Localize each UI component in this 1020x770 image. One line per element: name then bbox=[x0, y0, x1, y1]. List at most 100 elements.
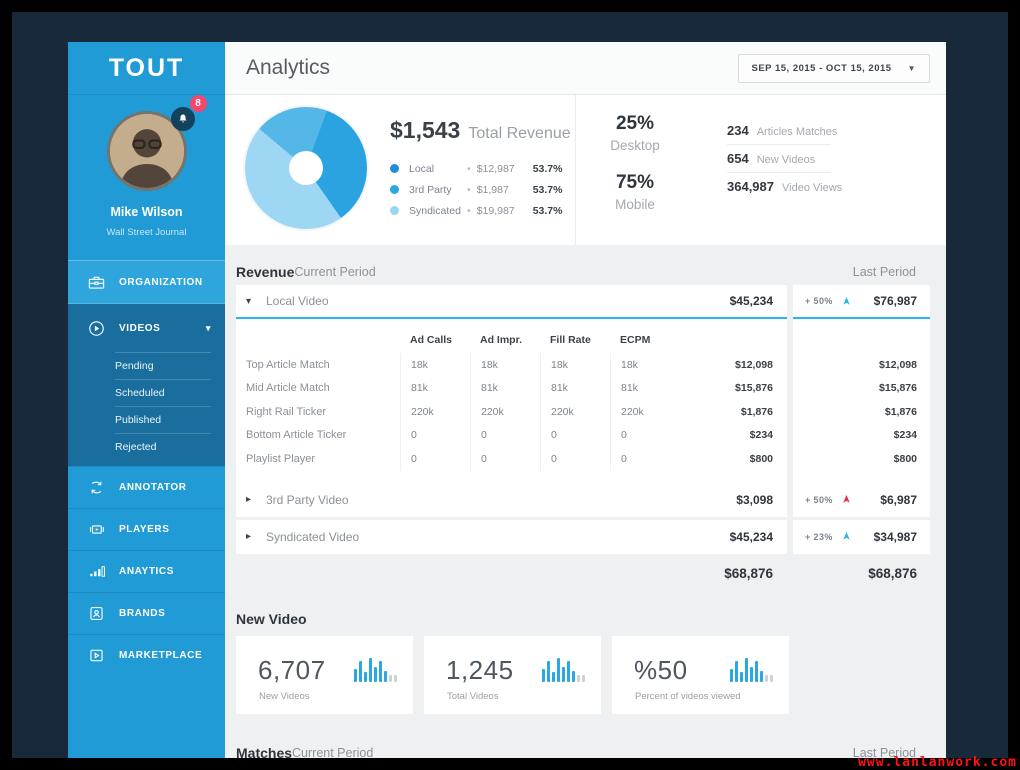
legend-dot bbox=[390, 185, 399, 194]
sidebar-subitem-rejected[interactable]: Rejected bbox=[115, 433, 211, 460]
id-badge-icon bbox=[86, 604, 106, 624]
revenue-detail-expanded: Ad Calls Ad Impr. Fill Rate ECPM Top Art… bbox=[236, 319, 930, 483]
play-circle-icon bbox=[86, 318, 106, 338]
last-amount: $34,987 bbox=[873, 529, 917, 544]
total-current-period: $68,876 bbox=[724, 566, 773, 581]
tout-logo: TOUT bbox=[108, 53, 185, 82]
bar-chart-icon bbox=[86, 562, 106, 582]
mini-bar-chart-icon bbox=[730, 654, 773, 682]
sidebar-item-label: PLAYERS bbox=[119, 524, 170, 535]
chevron-right-icon[interactable]: ▸ bbox=[246, 531, 266, 542]
summary-divider bbox=[575, 95, 576, 245]
sidebar-item-brands[interactable]: BRANDS bbox=[68, 592, 225, 634]
play-square-icon bbox=[86, 646, 106, 666]
sidebar-subitem-published[interactable]: Published bbox=[115, 406, 211, 433]
total-revenue-label: Total Revenue bbox=[468, 125, 571, 142]
sidebar-subitem-pending[interactable]: Pending bbox=[115, 352, 211, 379]
sidebar-subitem-scheduled[interactable]: Scheduled bbox=[115, 379, 211, 406]
video-player-icon bbox=[86, 520, 106, 540]
revenue-row-toggle[interactable]: ▸ 3rd Party Video $3,098 bbox=[236, 482, 787, 517]
profile-organization: Wall Street Journal bbox=[106, 227, 187, 238]
change-percent: + 50% bbox=[805, 494, 833, 505]
detail-row-bottom-article-ticker: Bottom Article Ticker 0 0 0 0 $234 bbox=[246, 423, 773, 447]
detail-row-playlist-player: Playlist Player 0 0 0 0 $800 bbox=[246, 447, 773, 471]
total-last-period: $68,876 bbox=[868, 566, 917, 581]
last-amount: $76,987 bbox=[873, 294, 917, 308]
app-window: TOUT 8 Mike Wilson Wall Street Journal O… bbox=[68, 42, 946, 758]
legend-dot bbox=[390, 206, 399, 215]
stat-video-views: 364,987 Video Views bbox=[727, 179, 843, 194]
topbar: Analytics SEP 15, 2015 - OCT 15, 2015 ▼ bbox=[225, 42, 946, 95]
user-profile: 8 Mike Wilson Wall Street Journal bbox=[68, 95, 225, 260]
sidebar-item-players[interactable]: PLAYERS bbox=[68, 508, 225, 550]
current-period-label: Current Period bbox=[292, 745, 374, 759]
sidebar-item-label: ANNOTATOR bbox=[119, 482, 187, 493]
revenue-row-local-video: ▾ Local Video $45,234 + 50% $76,987 bbox=[236, 285, 930, 319]
sidebar-item-annotator[interactable]: ANNOTATOR bbox=[68, 466, 225, 508]
detail-table: Ad Calls Ad Impr. Fill Rate ECPM Top Art… bbox=[236, 319, 787, 483]
last-amount: $6,987 bbox=[880, 492, 917, 507]
donut-legend: Local • $12,987 53.7% 3rd Party • $1,987… bbox=[390, 158, 571, 221]
sidebar-group-videos: VIDEOS ▾ Pending Scheduled Published Rej… bbox=[68, 304, 225, 466]
sidebar-item-label: MARKETPLACE bbox=[119, 650, 203, 661]
mini-bar-chart-icon bbox=[354, 654, 397, 682]
chevron-right-icon[interactable]: ▸ bbox=[246, 494, 266, 505]
scroll-content[interactable]: Revenue Current Period Last Period ▾ Loc… bbox=[225, 245, 946, 758]
new-video-title: New Video bbox=[236, 610, 307, 627]
revenue-row-toggle[interactable]: ▾ Local Video $45,234 bbox=[236, 285, 787, 319]
device-split: 25% Desktop 75% Mobile bbox=[597, 113, 673, 231]
current-amount: $3,098 bbox=[736, 492, 773, 507]
new-video-section-header: New Video bbox=[236, 604, 930, 634]
chevron-down-icon: ▾ bbox=[205, 322, 211, 333]
date-range-label: SEP 15, 2015 - OCT 15, 2015 bbox=[751, 62, 892, 74]
card-new-videos: 6,707 New Videos bbox=[236, 635, 413, 714]
stat-articles-matches: 234 Articles Matches bbox=[727, 123, 838, 138]
last-period-cell: + 23% $34,987 bbox=[793, 519, 930, 554]
revenue-donut-chart bbox=[245, 107, 367, 229]
mini-bar-chart-icon bbox=[542, 654, 585, 682]
legend-item-syndicated: Syndicated • $19,987 53.7% bbox=[390, 200, 571, 221]
briefcase-icon bbox=[86, 272, 106, 292]
revenue-row-toggle[interactable]: ▸ Syndicated Video $45,234 bbox=[236, 519, 787, 554]
sidebar: TOUT 8 Mike Wilson Wall Street Journal O… bbox=[68, 42, 225, 758]
videos-subnav: Pending Scheduled Published Rejected bbox=[68, 352, 225, 466]
profile-name: Mike Wilson bbox=[110, 205, 183, 219]
total-revenue-block: $1,543 Total Revenue Local • $12,987 53.… bbox=[390, 117, 571, 221]
matches-section-header: Matches Current Period Last Period bbox=[236, 740, 930, 759]
mobile-stat: 75% Mobile bbox=[615, 172, 655, 212]
legend-dot bbox=[390, 164, 399, 173]
trend-down-icon bbox=[842, 495, 851, 504]
total-revenue-value: $1,543 bbox=[390, 117, 461, 143]
page-title: Analytics bbox=[246, 56, 331, 79]
last-period-cell: + 50% $6,987 bbox=[793, 482, 930, 517]
revenue-totals-row: $68,876 $68,876 bbox=[236, 554, 930, 594]
revenue-title: Revenue bbox=[236, 264, 295, 280]
card-total-videos: 1,245 Total Videos bbox=[424, 635, 601, 714]
detail-row-right-rail-ticker: Right Rail Ticker 220k 220k 220k 220k $1… bbox=[246, 400, 773, 424]
detail-header-row: Ad Calls Ad Impr. Fill Rate ECPM bbox=[410, 334, 651, 346]
legend-item-3rd-party: 3rd Party • $1,987 53.7% bbox=[390, 179, 571, 200]
revenue-row-3rd-party-video: ▸ 3rd Party Video $3,098 + 50% $6,987 bbox=[236, 482, 930, 517]
current-amount: $45,234 bbox=[729, 529, 773, 544]
change-percent: + 23% bbox=[805, 531, 833, 542]
bell-icon bbox=[179, 114, 186, 123]
summary-strip: $1,543 Total Revenue Local • $12,987 53.… bbox=[225, 95, 946, 245]
notification-bell[interactable]: 8 bbox=[170, 95, 207, 131]
sidebar-item-marketplace[interactable]: MARKETPLACE bbox=[68, 634, 225, 676]
sidebar-item-anaytics[interactable]: ANAYTICS bbox=[68, 550, 225, 592]
desktop-stat: 25% Desktop bbox=[610, 113, 660, 153]
date-range-button[interactable]: SEP 15, 2015 - OCT 15, 2015 ▼ bbox=[737, 53, 930, 83]
chevron-down-icon: ▼ bbox=[907, 63, 916, 73]
sidebar-item-videos[interactable]: VIDEOS ▾ bbox=[68, 304, 225, 352]
new-video-cards: 6,707 New Videos 1,245 Total Videos %50 … bbox=[236, 635, 930, 714]
revenue-row-syndicated-video: ▸ Syndicated Video $45,234 + 23% $34,987 bbox=[236, 519, 930, 554]
notification-badge: 8 bbox=[189, 95, 207, 112]
card-percent-viewed: %50 Percent of videos viewed bbox=[612, 635, 789, 714]
sidebar-item-label: VIDEOS bbox=[119, 322, 161, 334]
last-period-label: Last Period bbox=[852, 265, 916, 279]
logo-bar: TOUT bbox=[68, 42, 225, 95]
quick-stats: 234 Articles Matches 654 New Videos 364,… bbox=[727, 117, 877, 200]
chevron-expand-icon[interactable]: ▾ bbox=[246, 296, 266, 307]
trend-up-icon bbox=[842, 532, 851, 541]
sidebar-item-organization[interactable]: ORGANIZATION bbox=[68, 260, 225, 304]
